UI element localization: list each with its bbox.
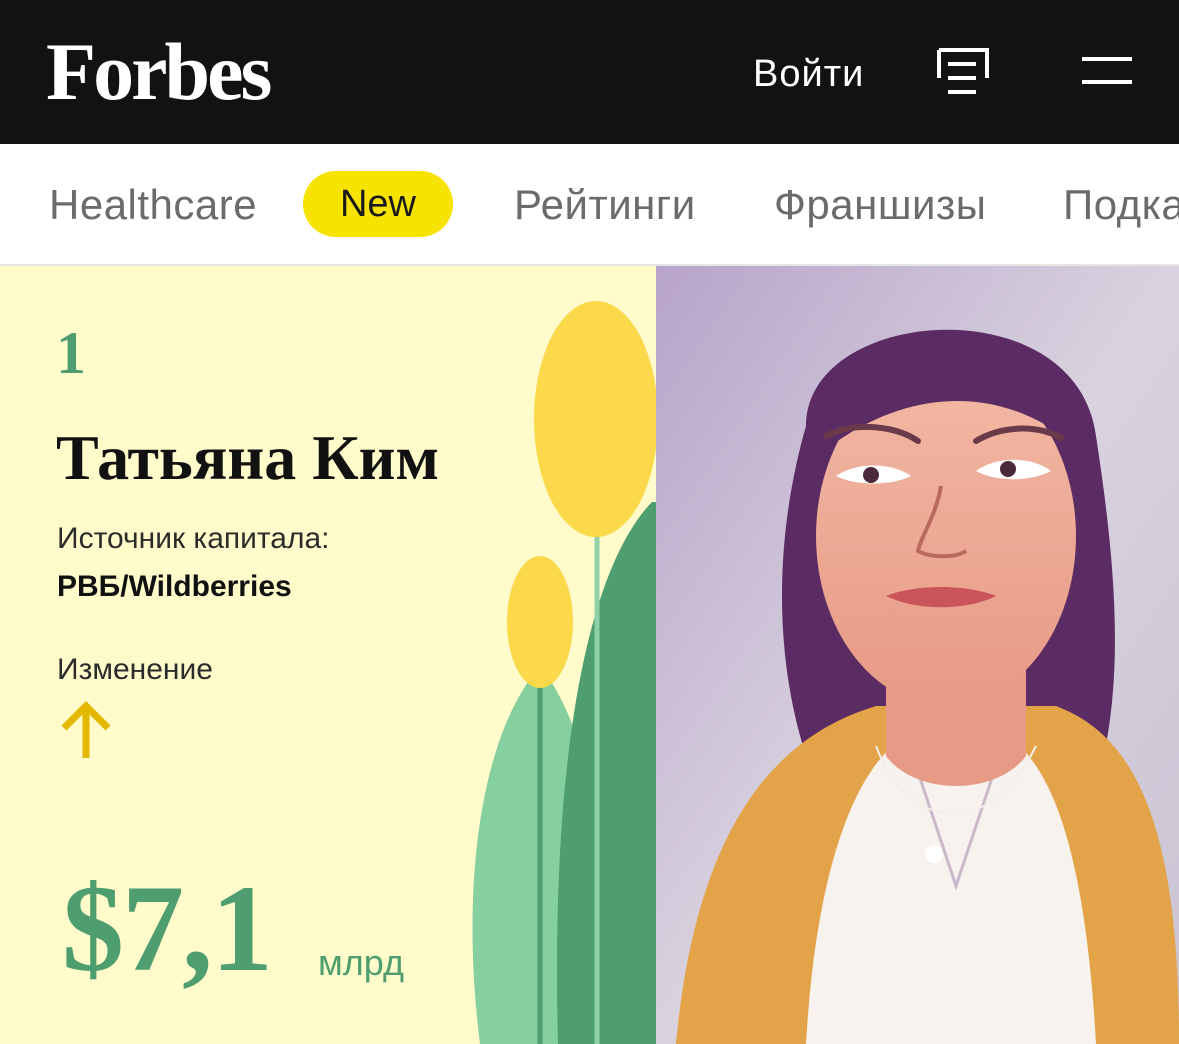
rating-card[interactable]: 1 Татьяна Ким Источник капитала: РВБ/Wil… (0, 266, 1179, 1044)
change-label: Изменение (57, 653, 213, 686)
new-badge[interactable]: New (303, 171, 453, 237)
top-bar: Forbes Войти (0, 0, 1179, 144)
hamburger-menu-icon[interactable] (1082, 56, 1132, 86)
forbes-logo[interactable]: Forbes (46, 22, 272, 122)
nav-item-ratings[interactable]: Рейтинги (514, 176, 696, 234)
nav-item-podcasts[interactable]: Подкасты (1063, 176, 1179, 234)
arrow-up-icon (61, 701, 111, 758)
category-nav: Healthcare New Рейтинги Франшизы Подкаст… (0, 144, 1179, 266)
net-worth-value: $7,1 (62, 860, 273, 997)
person-name: Татьяна Ким (56, 422, 440, 493)
capital-source-value: РВБ/Wildberries (57, 570, 292, 603)
info-panel: 1 Татьяна Ким Источник капитала: РВБ/Wil… (0, 266, 656, 1044)
capital-source-label: Источник капитала: (57, 522, 330, 555)
portrait-illustration (656, 266, 1179, 1044)
news-feed-icon[interactable] (936, 48, 990, 98)
nav-item-franchises[interactable]: Франшизы (774, 176, 986, 234)
net-worth-unit: млрд (318, 942, 404, 983)
login-button[interactable]: Войти (753, 46, 864, 102)
nav-item-healthcare[interactable]: Healthcare (49, 176, 257, 234)
rank-number: 1 (56, 320, 86, 386)
plant-illustration (472, 301, 656, 1044)
